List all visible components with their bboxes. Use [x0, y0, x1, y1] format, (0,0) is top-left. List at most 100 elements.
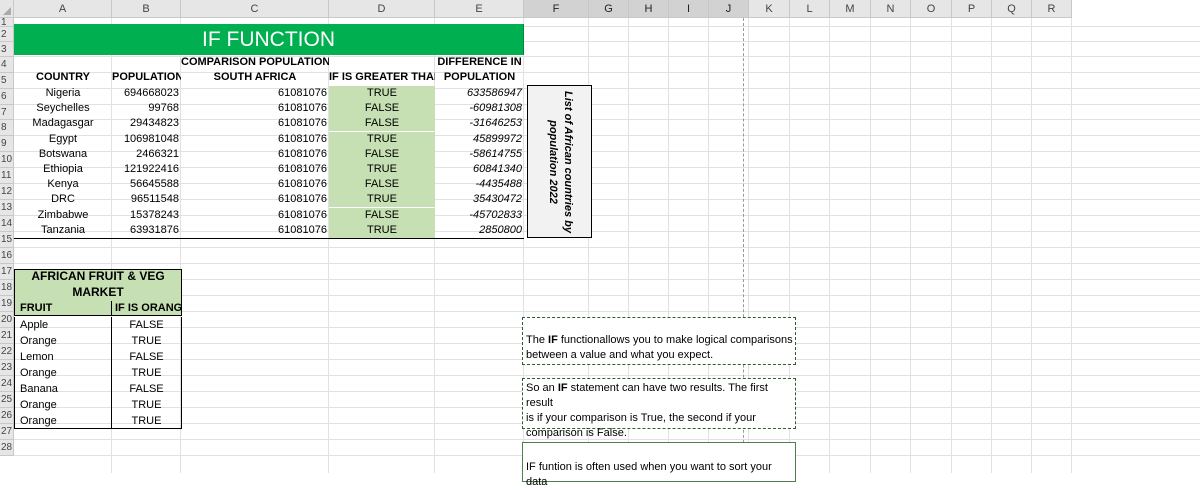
header-fruit[interactable]: FRUIT — [14, 301, 111, 316]
header-greater-than[interactable]: IF IS GREATER THAN — [329, 70, 435, 85]
cell-comparison[interactable]: 61081076 — [181, 132, 329, 147]
cell-is-orange[interactable]: TRUE — [111, 333, 182, 349]
column-header-a[interactable]: A — [14, 0, 112, 18]
side-label-box[interactable]: List of African countries by population 2… — [527, 85, 592, 238]
cell-comparison[interactable]: 61081076 — [181, 162, 329, 177]
cell-greater[interactable]: FALSE — [329, 101, 435, 117]
cell-comparison[interactable]: 61081076 — [181, 192, 329, 207]
cell-is-orange[interactable]: FALSE — [111, 381, 182, 397]
row-header-18[interactable]: 18 — [0, 280, 14, 296]
note-if-results[interactable]: So an IF statement can have two results.… — [522, 378, 796, 439]
column-header-g[interactable]: G — [589, 0, 629, 18]
fruit-title-line1[interactable]: AFRICAN FRUIT & VEG — [14, 269, 182, 285]
cell-fruit[interactable]: Orange — [14, 413, 111, 429]
row-header-8[interactable]: 8 — [0, 120, 14, 136]
header-difference-line2[interactable]: POPULATION — [435, 70, 524, 85]
select-all-corner[interactable] — [0, 0, 14, 18]
cell-difference[interactable]: -60981308 — [435, 101, 524, 116]
cell-comparison[interactable]: 61081076 — [181, 223, 329, 238]
row-header-7[interactable]: 7 — [0, 105, 14, 120]
header-country[interactable]: COUNTRY — [14, 70, 112, 85]
row-header-21[interactable]: 21 — [0, 328, 14, 344]
column-header-c[interactable]: C — [181, 0, 329, 18]
cell-comparison[interactable]: 61081076 — [181, 208, 329, 223]
cell-country[interactable]: Kenya — [14, 177, 112, 192]
cell-country[interactable]: Botswana — [14, 147, 112, 162]
row-header-2[interactable]: 2 — [0, 27, 14, 42]
cell-greater[interactable]: TRUE — [329, 192, 435, 208]
cell-is-orange[interactable]: FALSE — [111, 349, 182, 365]
row-header-17[interactable]: 17 — [0, 264, 14, 280]
cell-greater[interactable]: TRUE — [329, 131, 435, 147]
header-comparison-line1[interactable]: COMPARISON POPULATION — [181, 55, 329, 70]
cell-greater[interactable]: FALSE — [329, 116, 435, 132]
cell-comparison[interactable]: 61081076 — [181, 177, 329, 192]
row-header-23[interactable]: 23 — [0, 360, 14, 376]
cell-comparison[interactable]: 61081076 — [181, 147, 329, 162]
cell-is-orange[interactable]: TRUE — [111, 365, 182, 381]
cell-population[interactable]: 121922416 — [112, 162, 181, 177]
cell-greater[interactable]: FALSE — [329, 177, 435, 193]
cell-greater[interactable]: FALSE — [329, 146, 435, 162]
note-if-definition[interactable]: The IF functionallows you to make logica… — [522, 317, 796, 365]
cell-country[interactable]: Seychelles — [14, 101, 112, 116]
cell-population[interactable]: 56645588 — [112, 177, 181, 192]
row-header-26[interactable]: 26 — [0, 408, 14, 424]
column-header-b[interactable]: B — [112, 0, 181, 18]
row-header-12[interactable]: 12 — [0, 184, 14, 200]
cell-population[interactable]: 96511548 — [112, 192, 181, 207]
fruit-title-line2[interactable]: MARKET — [14, 285, 182, 301]
column-header-p[interactable]: P — [952, 0, 992, 18]
row-header-13[interactable]: 13 — [0, 200, 14, 216]
cell-greater[interactable]: TRUE — [329, 86, 435, 101]
cell-difference[interactable]: 45899972 — [435, 132, 524, 147]
cell-difference[interactable]: -58614755 — [435, 147, 524, 162]
sheet-title[interactable]: IF FUNCTION — [14, 24, 524, 55]
note-if-sorting[interactable]: IF funtion is often used when you want t… — [522, 442, 796, 488]
cell-country[interactable]: Ethiopia — [14, 162, 112, 177]
cell-fruit[interactable]: Orange — [14, 397, 111, 413]
cell-comparison[interactable]: 61081076 — [181, 116, 329, 131]
header-is-orange[interactable]: IF IS ORANGE — [111, 301, 182, 316]
cell-is-orange[interactable]: TRUE — [111, 413, 182, 429]
cell-difference[interactable]: -45702833 — [435, 208, 524, 223]
column-header-j[interactable]: J — [709, 0, 749, 18]
column-header-i[interactable]: I — [669, 0, 709, 18]
cell-country[interactable]: DRC — [14, 192, 112, 207]
cell-fruit[interactable]: Orange — [14, 365, 111, 381]
cell-country[interactable]: Tanzania — [14, 223, 112, 238]
column-header-q[interactable]: Q — [992, 0, 1032, 18]
header-comparison-line2[interactable]: SOUTH AFRICA — [181, 70, 329, 85]
row-header-22[interactable]: 22 — [0, 344, 14, 360]
row-header-11[interactable]: 11 — [0, 168, 14, 184]
column-header-f[interactable]: F — [524, 0, 589, 18]
cell-population[interactable]: 106981048 — [112, 132, 181, 147]
column-header-l[interactable]: L — [790, 0, 830, 18]
cell-population[interactable]: 99768 — [112, 101, 181, 116]
cell-difference[interactable]: -31646253 — [435, 116, 524, 131]
row-header-19[interactable]: 19 — [0, 296, 14, 312]
cell-population[interactable]: 694668023 — [112, 86, 181, 101]
row-header-5[interactable]: 5 — [0, 73, 14, 89]
cell-population[interactable]: 29434823 — [112, 116, 181, 131]
cell-country[interactable]: Madagasgar — [14, 116, 112, 131]
cell-fruit[interactable]: Apple — [14, 317, 111, 333]
column-header-e[interactable]: E — [435, 0, 524, 18]
row-header-24[interactable]: 24 — [0, 376, 14, 392]
cell-difference[interactable]: 2850800 — [435, 223, 524, 238]
row-header-27[interactable]: 27 — [0, 424, 14, 440]
header-population[interactable]: POPULATION — [112, 70, 181, 85]
cell-comparison[interactable]: 61081076 — [181, 86, 329, 101]
cell-difference[interactable]: 633586947 — [435, 86, 524, 101]
cell-difference[interactable]: -4435488 — [435, 177, 524, 192]
cell-comparison[interactable]: 61081076 — [181, 101, 329, 116]
row-header-14[interactable]: 14 — [0, 216, 14, 232]
row-header-15[interactable]: 15 — [0, 232, 14, 248]
row-header-4[interactable]: 4 — [0, 57, 14, 73]
cell-country[interactable]: Zimbabwe — [14, 208, 112, 223]
spreadsheet[interactable]: ABCDEFGHIJKLMNOPQR 1 2 3 4 5 6 7 8 9 10 11 12 13 14 15… — [0, 0, 1200, 488]
row-header-3[interactable]: 3 — [0, 42, 14, 57]
column-header-o[interactable]: O — [911, 0, 952, 18]
cell-fruit[interactable]: Lemon — [14, 349, 111, 365]
row-header-20[interactable]: 20 — [0, 312, 14, 328]
